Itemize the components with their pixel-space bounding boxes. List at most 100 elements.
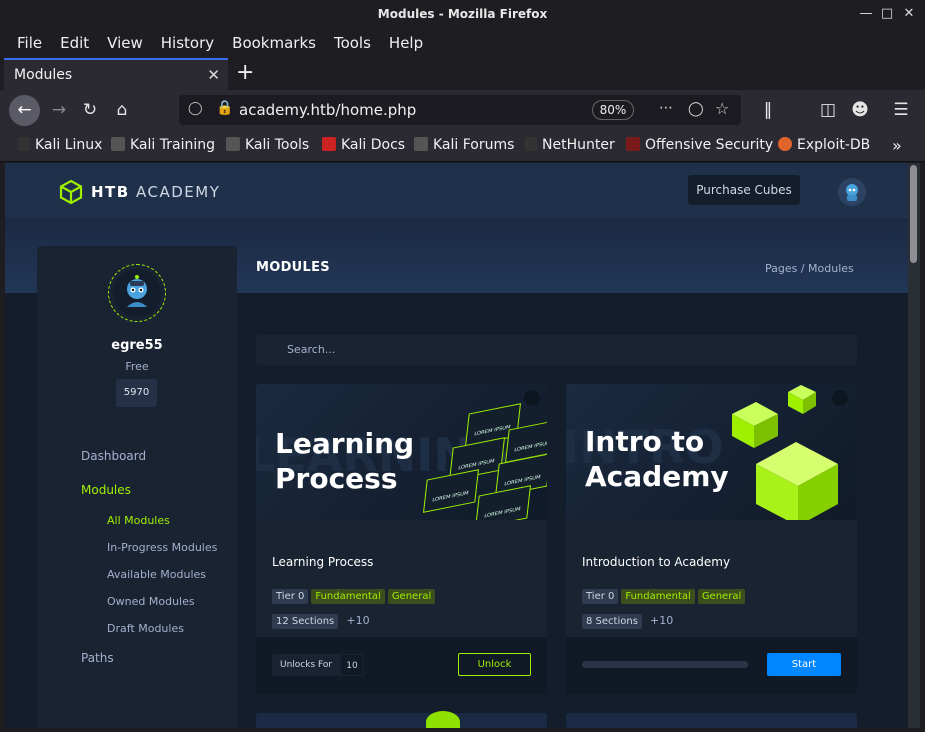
back-arrow-icon[interactable]: ←: [9, 95, 40, 126]
sidebar: egre55 Free 5970 Dashboard Modules All M…: [37, 246, 237, 728]
bookmark-kali-tools[interactable]: Kali Tools: [226, 130, 309, 161]
more-bookmarks-icon[interactable]: »: [892, 130, 902, 161]
nav-modules[interactable]: Modules: [81, 483, 131, 497]
tier-badge: Tier 0: [582, 589, 619, 604]
sidebar-toggle-icon[interactable]: ◫: [813, 90, 843, 130]
plan-label: Free: [125, 360, 149, 373]
zoom-indicator[interactable]: 80%: [592, 100, 634, 120]
banner-title: Learning Process: [275, 427, 415, 495]
maximize-icon[interactable]: □: [876, 0, 898, 28]
logo-htb: HTB: [91, 183, 130, 201]
htb-academy-logo[interactable]: HTB ACADEMY: [59, 179, 220, 205]
nav-owned-modules[interactable]: Owned Modules: [107, 595, 195, 608]
forward-arrow-icon[interactable]: →: [44, 90, 74, 130]
window-title: Modules - Mozilla Firefox: [377, 7, 548, 21]
url-bar[interactable]: ◯ 🔒 academy.htb/home.php 80% ⋯ ◯ ☆: [179, 95, 741, 125]
sections-badge: 12 Sections: [272, 614, 339, 629]
module-card-intro-academy[interactable]: INTRO Intro to Academy Introduction to Ac…: [566, 384, 857, 694]
page-viewport: HTB ACADEMY Purchase Cubes MODULES Pages…: [5, 163, 908, 728]
profile-avatar[interactable]: [108, 264, 166, 322]
menu-edit[interactable]: Edit: [60, 34, 89, 52]
module-card-partial[interactable]: [256, 711, 547, 728]
user-avatar[interactable]: [838, 178, 866, 206]
close-window-icon[interactable]: ✕: [898, 0, 920, 28]
menu-bookmarks[interactable]: Bookmarks: [232, 34, 316, 52]
cube-logo-icon: [59, 179, 83, 205]
window-titlebar: Modules - Mozilla Firefox — □ ✕: [0, 0, 925, 28]
nav-toolbar: ← → ↻ ⌂ ◯ 🔒 academy.htb/home.php 80% ⋯ ◯…: [0, 90, 925, 130]
username: egre55: [111, 338, 163, 353]
module-banner: INTRO Intro to Academy: [566, 384, 857, 520]
logo-academy: ACADEMY: [136, 183, 221, 201]
reload-icon[interactable]: ↻: [75, 90, 105, 130]
bookmark-dot-icon[interactable]: [832, 390, 848, 406]
pocket-icon[interactable]: ◯: [688, 101, 704, 117]
library-icon[interactable]: ‖: [753, 90, 783, 130]
page-title: MODULES: [256, 260, 330, 275]
breadcrumb[interactable]: Pages / Modules: [765, 262, 854, 275]
module-title[interactable]: Learning Process: [272, 555, 373, 569]
hamburger-menu-icon[interactable]: ☰: [886, 90, 916, 130]
unlock-cost: Unlocks For 10: [272, 654, 364, 676]
nav-in-progress-modules[interactable]: In-Progress Modules: [107, 541, 217, 554]
card-footer: Unlocks For 10 Unlock: [256, 637, 547, 694]
module-progress-bar: [582, 661, 748, 668]
module-card-learning-process[interactable]: LEARNING LOREM IPSUM LOREM IPSUM LOREM I…: [256, 384, 547, 694]
bookmark-exploit-db[interactable]: Exploit-DB: [778, 130, 870, 161]
nav-paths[interactable]: Paths: [81, 651, 114, 665]
minimize-icon[interactable]: —: [855, 0, 877, 28]
nav-dashboard[interactable]: Dashboard: [81, 449, 146, 463]
bookmark-star-icon[interactable]: ☆: [715, 99, 729, 118]
module-title[interactable]: Introduction to Academy: [582, 555, 730, 569]
page-scrollbar[interactable]: [908, 163, 920, 728]
search-input[interactable]: Search...: [256, 335, 857, 365]
url-text[interactable]: academy.htb/home.php: [239, 95, 416, 125]
page-actions-icon[interactable]: ⋯: [659, 100, 673, 116]
banner-title: Intro to Academy: [585, 425, 729, 493]
bookmark-dot-icon[interactable]: [524, 390, 540, 406]
insecure-lock-icon[interactable]: 🔒: [216, 100, 233, 116]
menu-help[interactable]: Help: [389, 34, 423, 52]
account-icon[interactable]: ☻: [845, 90, 875, 130]
bookmark-kali-docs[interactable]: Kali Docs: [322, 130, 405, 161]
module-card-partial[interactable]: [566, 713, 857, 728]
bookmark-kali-forums[interactable]: Kali Forums: [414, 130, 514, 161]
nav-available-modules[interactable]: Available Modules: [107, 568, 206, 581]
menu-tools[interactable]: Tools: [334, 34, 371, 52]
tier-badge: Tier 0: [272, 589, 309, 604]
tag-fundamental: Fundamental: [621, 589, 695, 604]
menu-bar: File Edit View History Bookmarks Tools H…: [0, 28, 925, 58]
bookmark-kali-linux[interactable]: Kali Linux: [18, 130, 102, 161]
bookmarks-bar: Kali Linux Kali Training Kali Tools Kali…: [0, 130, 925, 162]
nav-all-modules[interactable]: All Modules: [107, 514, 170, 527]
nethunter-icon: [525, 137, 537, 151]
docs-icon: [322, 137, 336, 151]
module-banner: LEARNING LOREM IPSUM LOREM IPSUM LOREM I…: [256, 384, 547, 520]
start-button[interactable]: Start: [767, 653, 841, 676]
bookmark-kali-training[interactable]: Kali Training: [111, 130, 215, 161]
module-tags: Tier 0 Fundamental General 12 Sections +10: [272, 584, 532, 634]
tag-general: General: [697, 589, 746, 604]
tab-modules[interactable]: Modules ✕: [4, 58, 228, 90]
scrollbar-thumb[interactable]: [910, 165, 917, 263]
shield-icon[interactable]: ◯: [188, 101, 203, 116]
nav-draft-modules[interactable]: Draft Modules: [107, 622, 184, 635]
sections-badge: 8 Sections: [582, 614, 642, 629]
bookmark-nethunter[interactable]: NetHunter: [525, 130, 615, 161]
new-tab-icon[interactable]: +: [236, 61, 254, 85]
purchase-cubes-button[interactable]: Purchase Cubes: [688, 175, 800, 205]
card-footer: Start: [566, 637, 857, 694]
unlock-button[interactable]: Unlock: [458, 653, 531, 676]
site-header: HTB ACADEMY Purchase Cubes: [5, 163, 908, 218]
bookmark-offensive-security[interactable]: Offensive Security: [626, 130, 773, 161]
xp-reward: +10: [650, 614, 674, 627]
menu-history[interactable]: History: [161, 34, 214, 52]
robot-avatar-icon: [846, 184, 858, 201]
menu-file[interactable]: File: [17, 34, 42, 52]
close-tab-icon[interactable]: ✕: [207, 60, 220, 90]
home-icon[interactable]: ⌂: [107, 90, 137, 130]
offsec-icon: [626, 137, 640, 151]
tab-strip: Modules ✕ +: [0, 58, 925, 90]
menu-view[interactable]: View: [107, 34, 143, 52]
kali-dragon-icon: [18, 137, 30, 151]
